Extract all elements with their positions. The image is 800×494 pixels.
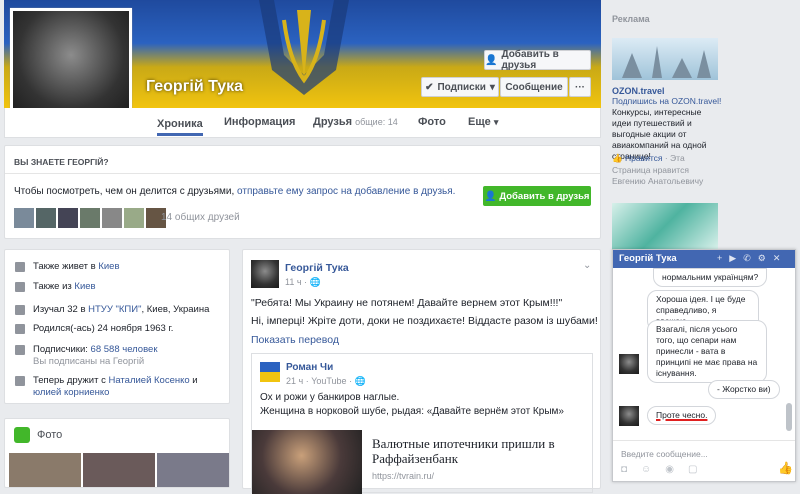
mutual-friend-thumb[interactable]	[58, 208, 78, 228]
do-you-know-text: Чтобы посмотреть, чем он делится с друзь…	[14, 186, 456, 197]
chat-message-highlighted: Проте чесно.	[647, 406, 717, 425]
ad-image[interactable]	[612, 38, 718, 80]
profile-tabs: Хроника Информация Друзья общие: 14 Фото…	[4, 108, 601, 138]
tab-timeline[interactable]: Хроника	[157, 108, 203, 136]
follow-button[interactable]: ✔ Подписки ▾	[421, 77, 499, 97]
profile-name[interactable]: Георгій Тука	[146, 78, 243, 96]
landmarks-icon	[622, 46, 711, 78]
globe-icon: 🌐	[309, 277, 321, 287]
translate-link[interactable]: Показать перевод	[251, 334, 339, 346]
chat-header[interactable]: Георгій Тука + ▶ ✆ ⚙ ✕	[613, 250, 795, 268]
mutual-friend-thumb[interactable]	[124, 208, 144, 228]
mutual-friends-thumbs[interactable]	[14, 208, 166, 228]
post-time[interactable]: 11 ч · 🌐	[285, 277, 321, 288]
ad-image-2[interactable]	[612, 203, 718, 249]
chat-header-icons[interactable]: + ▶ ✆ ⚙ ✕	[717, 253, 780, 264]
message-button[interactable]: Сообщение	[500, 77, 568, 97]
chevron-down-icon: ▾	[493, 117, 499, 127]
chat-message: - Жорстко ви)	[708, 380, 780, 399]
post-menu-icon[interactable]: ⌄	[583, 260, 591, 271]
mutual-friends-count[interactable]: 14 общих друзей	[161, 212, 240, 223]
post-text-2: Ні, імперці! Жріте доти, доки не поздиха…	[251, 315, 598, 327]
do-you-know-title: ВЫ ЗНАЕТЕ ГЕОРГІЙ?	[14, 157, 109, 167]
add-friend-icon: 👤	[485, 54, 498, 66]
shared-time[interactable]: 21 ч · YouTube · 🌐	[286, 376, 366, 387]
add-person-icon[interactable]: +	[717, 253, 722, 264]
gear-icon[interactable]: ⚙	[758, 253, 766, 264]
chat-window: Георгій Тука + ▶ ✆ ⚙ ✕ нормальним українцям?…	[612, 249, 796, 482]
friends-icon	[15, 376, 25, 386]
education-icon	[15, 305, 25, 315]
home-icon	[15, 262, 25, 272]
thumbs-up-icon: 👍	[612, 153, 623, 163]
link-title[interactable]: Валютные ипотечники пришли в Раффайзенба…	[372, 436, 587, 466]
chat-avatar	[619, 406, 639, 426]
camera-icon[interactable]: ◘	[621, 464, 627, 475]
add-friend-button[interactable]: 👤 Добавить в друзья	[484, 49, 591, 71]
profile-avatar[interactable]	[10, 8, 132, 124]
intro-card: Также живет в Киев Также из Киев Изучал …	[4, 249, 230, 404]
mutual-friend-thumb[interactable]	[14, 208, 34, 228]
location-icon	[15, 282, 25, 292]
tab-about[interactable]: Информация	[224, 106, 295, 138]
mutual-friend-thumb[interactable]	[36, 208, 56, 228]
chat-title[interactable]: Георгій Тука	[619, 253, 677, 264]
post-author-avatar[interactable]	[251, 260, 279, 288]
ad-like[interactable]: 👍 Нравится · Эта	[612, 153, 685, 164]
gif-icon[interactable]: ▢	[688, 464, 697, 475]
send-request-link[interactable]: отправьте ему запрос на добавление в дру…	[237, 186, 455, 197]
calendar-icon	[15, 324, 25, 334]
mutual-friend-thumb[interactable]	[80, 208, 100, 228]
ad-liked-by: Страница нравится Евгению Анатольевичу	[612, 165, 704, 186]
globe-icon: 🌐	[354, 376, 366, 386]
link-url: https://tvrain.ru/	[372, 471, 435, 481]
link-thumbnail[interactable]	[252, 430, 362, 494]
more-options-button[interactable]: ···	[569, 77, 591, 97]
tab-photos[interactable]: Фото	[418, 106, 446, 138]
chat-scrollbar[interactable]	[786, 403, 792, 431]
shared-author-avatar[interactable]	[260, 362, 280, 382]
video-icon[interactable]: ▶	[729, 253, 736, 264]
add-friend-icon: 👤	[484, 190, 497, 202]
post-text-1: "Ребята! Мы Украину не потянем! Давайте …	[251, 297, 563, 309]
photos-title[interactable]: Фото	[37, 429, 62, 441]
emoji-icon[interactable]: ☺	[641, 464, 651, 475]
chat-message: Взагалі, після усього того, що сепари на…	[647, 320, 767, 383]
chevron-down-icon: ▾	[489, 81, 495, 93]
rss-icon	[15, 345, 25, 355]
sticker-icon[interactable]: ◉	[665, 464, 674, 475]
photos-card: Фото	[4, 418, 230, 488]
post-author[interactable]: Георгій Тука	[285, 262, 349, 274]
shared-text-1: Ох и рожи у банкиров наглые.	[260, 392, 400, 403]
check-icon: ✔	[425, 81, 434, 93]
ad-brand[interactable]: OZON.travel	[612, 86, 665, 96]
chat-input[interactable]: Введите сообщение...	[621, 449, 708, 459]
ads-header: Реклама	[612, 14, 650, 24]
shared-text-2: Женщина в норковой шубе, рыдая: «Давайте…	[260, 406, 564, 417]
do-you-know-card: ВЫ ЗНАЕТЕ ГЕОРГІЙ? Чтобы посмотреть, чем…	[4, 145, 601, 239]
close-icon[interactable]: ✕	[773, 253, 781, 264]
ad-subtitle[interactable]: Подпишись на OZON.travel!	[612, 96, 721, 106]
mutual-friend-thumb[interactable]	[102, 208, 122, 228]
chat-avatar	[619, 354, 639, 374]
photos-icon	[14, 427, 30, 443]
chat-input-icons[interactable]: ◘ ☺ ◉ ▢	[621, 464, 697, 475]
thumbs-up-send-icon[interactable]: 👍	[778, 461, 793, 475]
shared-author[interactable]: Роман Чи	[286, 362, 333, 373]
tab-more[interactable]: Еще ▾	[468, 106, 498, 138]
chat-message: нормальним українцям?	[653, 268, 768, 287]
phone-icon[interactable]: ✆	[743, 253, 751, 264]
shared-post: Роман Чи 21 ч · YouTube · 🌐 Ох и рожи у …	[251, 353, 593, 494]
tab-friends[interactable]: Друзья общие: 14	[313, 106, 398, 138]
add-friend-green-button[interactable]: 👤 Добавить в друзья	[483, 186, 591, 206]
post-card: Георгій Тука 11 ч · 🌐 ⌄ "Ребята! Мы Укра…	[242, 249, 601, 494]
